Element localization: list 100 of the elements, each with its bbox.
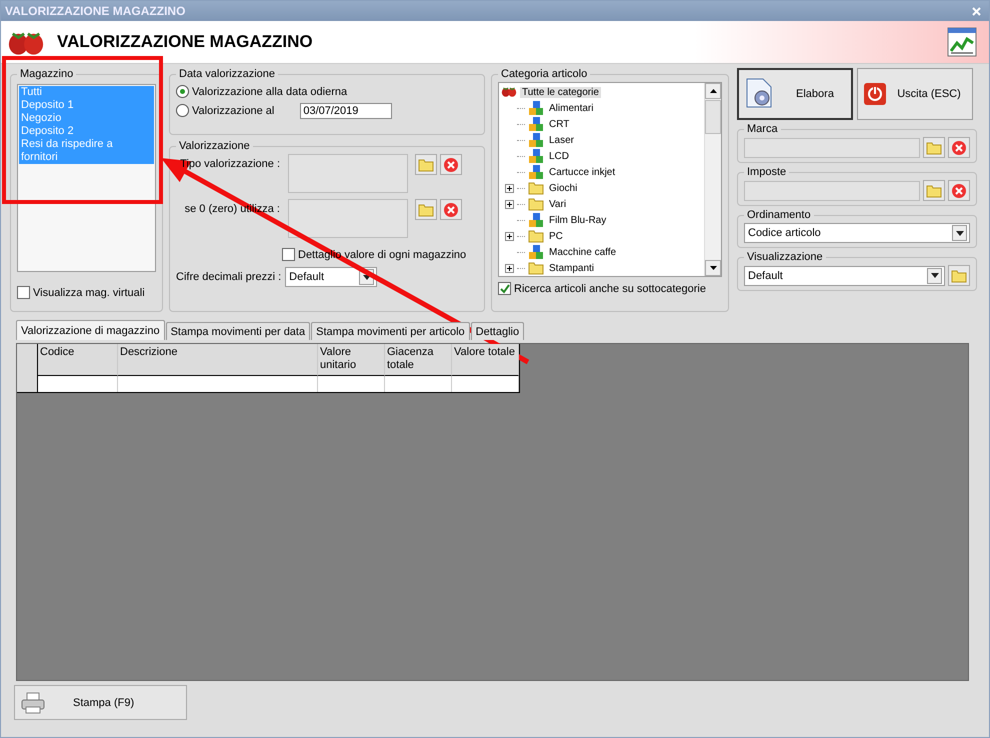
input-field[interactable] bbox=[744, 180, 920, 200]
table-cell[interactable] bbox=[318, 376, 385, 392]
browse-button[interactable] bbox=[415, 154, 437, 175]
browse-button[interactable] bbox=[948, 265, 970, 286]
folder-icon bbox=[926, 182, 942, 198]
print-button[interactable]: Stampa (F9) bbox=[14, 685, 187, 720]
radio-label: Valorizzazione al bbox=[192, 104, 274, 116]
checkbox[interactable] bbox=[282, 248, 295, 261]
clear-button[interactable] bbox=[948, 180, 970, 201]
expand-icon[interactable] bbox=[504, 232, 514, 240]
exit-button[interactable]: Uscita (ESC) bbox=[857, 68, 973, 120]
tab[interactable]: Valorizzazione di magazzino bbox=[16, 320, 165, 340]
tree-item[interactable]: PC bbox=[547, 230, 565, 242]
strawberry-icon bbox=[501, 86, 517, 98]
clear-button[interactable] bbox=[948, 137, 970, 158]
table-cell[interactable] bbox=[118, 376, 318, 392]
close-icon[interactable] bbox=[972, 6, 981, 16]
radio-button[interactable] bbox=[176, 104, 189, 117]
group-label: Magazzino bbox=[19, 68, 74, 80]
field-label: Cifre decimali prezzi : bbox=[176, 271, 282, 283]
group-label: Marca bbox=[746, 123, 779, 135]
checkbox[interactable] bbox=[498, 282, 511, 295]
tree-item[interactable]: Laser bbox=[547, 134, 576, 146]
checkbox[interactable] bbox=[17, 286, 30, 299]
scroll-thumb[interactable] bbox=[705, 100, 721, 134]
tab[interactable]: Dettaglio bbox=[470, 322, 524, 340]
group-label: Valorizzazione bbox=[178, 140, 251, 152]
table-cell[interactable] bbox=[385, 376, 452, 392]
group-label: Data valorizzazione bbox=[178, 68, 276, 80]
folder-icon bbox=[528, 228, 544, 244]
tree-item[interactable]: Stampanti bbox=[547, 262, 596, 274]
browse-button[interactable] bbox=[415, 199, 437, 220]
chart-icon bbox=[947, 27, 977, 57]
printer-icon bbox=[21, 692, 45, 714]
down-arrow-icon[interactable] bbox=[710, 266, 716, 270]
column-header[interactable]: Giacenza totale bbox=[385, 344, 452, 376]
folder-icon bbox=[528, 196, 544, 212]
cubes-icon bbox=[528, 100, 544, 116]
caret-icon bbox=[930, 273, 938, 278]
cancel-icon bbox=[951, 182, 967, 198]
tree-item[interactable]: Vari bbox=[547, 198, 568, 210]
folder-icon bbox=[418, 156, 434, 172]
date-field[interactable]: 03/07/2019 bbox=[300, 102, 392, 118]
folder-icon bbox=[528, 180, 544, 196]
tab[interactable]: Stampa movimenti per data bbox=[166, 322, 310, 340]
window-title: VALORIZZAZIONE MAGAZZINO bbox=[5, 4, 186, 18]
folder-icon bbox=[418, 202, 434, 218]
folder-icon bbox=[951, 268, 967, 284]
tree-item[interactable]: Alimentari bbox=[547, 102, 596, 114]
dropdown[interactable]: Codice articolo bbox=[744, 223, 970, 243]
tab[interactable]: Stampa movimenti per articolo bbox=[311, 322, 470, 340]
expand-icon[interactable] bbox=[504, 184, 514, 192]
process-button[interactable]: Elabora bbox=[737, 68, 853, 120]
browse-button[interactable] bbox=[923, 137, 945, 158]
group-label: Categoria articolo bbox=[500, 68, 588, 80]
up-arrow-icon[interactable] bbox=[710, 89, 716, 93]
clear-button[interactable] bbox=[440, 154, 462, 175]
cubes-icon bbox=[528, 244, 544, 260]
table-cell[interactable] bbox=[38, 376, 118, 392]
cancel-icon bbox=[443, 156, 459, 172]
clear-button[interactable] bbox=[440, 199, 462, 220]
tree-item[interactable]: Cartucce inkjet bbox=[547, 166, 618, 178]
column-header[interactable]: Valore unitario bbox=[318, 344, 385, 376]
tree-item[interactable]: CRT bbox=[547, 118, 572, 130]
cubes-icon bbox=[528, 116, 544, 132]
caret-icon bbox=[956, 230, 964, 236]
cancel-icon bbox=[443, 202, 459, 218]
row-header[interactable] bbox=[17, 376, 38, 392]
scrollbar[interactable] bbox=[704, 83, 721, 276]
input-field[interactable] bbox=[288, 154, 408, 193]
header-title: VALORIZZAZIONE MAGAZZINO bbox=[57, 32, 313, 52]
tree-item[interactable]: Giochi bbox=[547, 182, 580, 194]
tree-item[interactable]: LCD bbox=[547, 150, 572, 162]
column-header[interactable]: Codice bbox=[38, 344, 118, 376]
expand-icon[interactable] bbox=[504, 264, 514, 272]
cubes-icon bbox=[528, 212, 544, 228]
dropdown[interactable]: Default bbox=[285, 267, 378, 287]
group-label: Ordinamento bbox=[746, 209, 812, 221]
power-icon bbox=[864, 83, 886, 105]
browse-button[interactable] bbox=[923, 180, 945, 201]
expand-icon[interactable] bbox=[504, 200, 514, 208]
corner-cell bbox=[17, 344, 38, 376]
folder-icon bbox=[528, 260, 544, 276]
input-field[interactable] bbox=[744, 138, 920, 158]
checkbox-label: Ricerca articoli anche su sottocategorie bbox=[514, 282, 706, 294]
tree-item[interactable]: Macchine caffe bbox=[547, 246, 618, 258]
input-field[interactable] bbox=[288, 199, 408, 238]
group-label: Imposte bbox=[746, 166, 788, 178]
cubes-icon bbox=[528, 132, 544, 148]
table-cell[interactable] bbox=[452, 376, 519, 392]
column-header[interactable]: Valore totale bbox=[452, 344, 519, 376]
dropdown[interactable]: Default bbox=[744, 266, 945, 286]
column-header[interactable]: Descrizione bbox=[118, 344, 318, 376]
cubes-icon bbox=[528, 164, 544, 180]
tree-item[interactable]: Film Blu-Ray bbox=[547, 214, 608, 226]
radio-button[interactable] bbox=[176, 85, 189, 98]
folder-icon bbox=[926, 140, 942, 156]
cubes-icon bbox=[528, 148, 544, 164]
tree-item[interactable]: Tutte le categorie bbox=[520, 86, 601, 98]
checkbox-label: Visualizza mag. virtuali bbox=[33, 286, 145, 298]
